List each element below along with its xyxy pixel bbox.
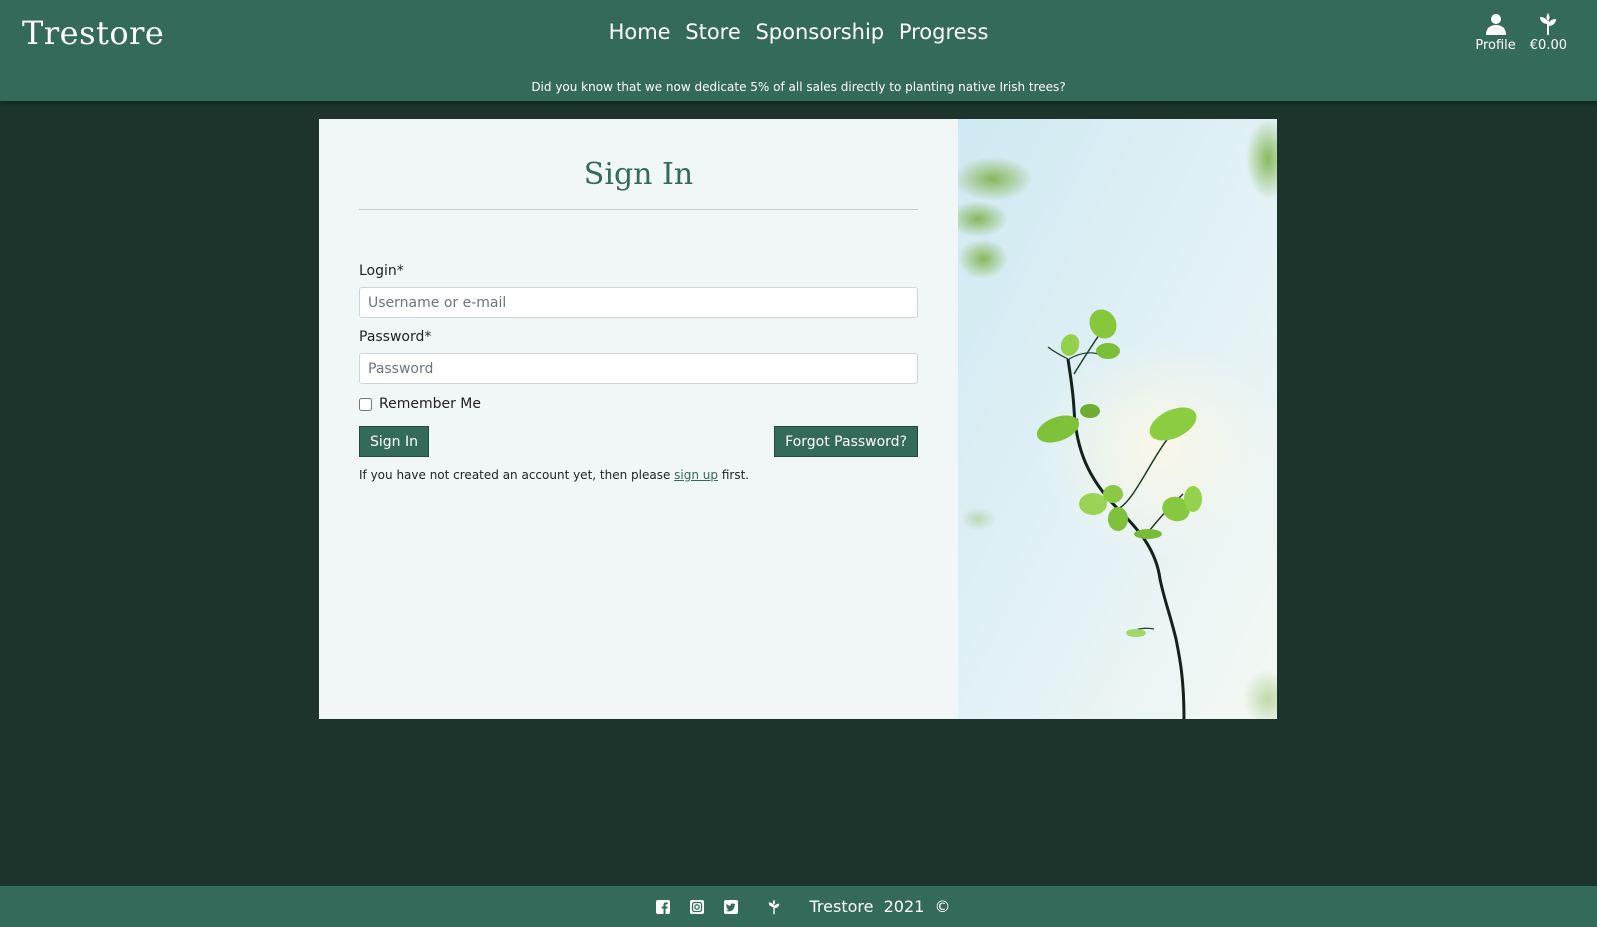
forgot-password-button[interactable]: Forgot Password? xyxy=(774,426,918,457)
remember-label: Remember Me xyxy=(379,396,481,412)
site-footer: Trestore 2021 © xyxy=(0,886,1597,927)
remember-me[interactable]: Remember Me xyxy=(359,396,481,412)
page-title: Sign In xyxy=(583,157,694,192)
seedling-icon xyxy=(1540,13,1557,35)
facebook-icon[interactable] xyxy=(655,899,671,915)
twitter-icon[interactable] xyxy=(723,899,739,915)
instagram-icon[interactable] xyxy=(689,899,705,915)
nav-sponsorship[interactable]: Sponsorship xyxy=(755,20,884,44)
login-input[interactable] xyxy=(359,287,918,318)
site-header: Trestore Home Store Sponsorship Progress… xyxy=(0,0,1597,101)
profile-label: Profile xyxy=(1475,38,1516,53)
signin-button[interactable]: Sign In xyxy=(359,426,429,457)
signup-note: If you have not created an account yet, … xyxy=(359,468,749,482)
promo-banner: Did you know that we now dedicate 5% of … xyxy=(531,80,1066,94)
password-input[interactable] xyxy=(359,353,918,384)
title-divider xyxy=(359,209,918,210)
user-area: Profile €0.00 xyxy=(1475,12,1567,53)
cart-total: €0.00 xyxy=(1529,38,1567,53)
footer-copyright: Trestore 2021 © xyxy=(809,897,951,916)
leaf-icon xyxy=(766,899,782,915)
remember-checkbox[interactable] xyxy=(359,397,372,411)
signin-card: Sign In Login* Password* Remember Me Sig… xyxy=(319,119,1277,719)
note-text: If you have not created an account yet, … xyxy=(359,468,675,482)
sapling-photo xyxy=(958,119,1277,719)
note-end: first. xyxy=(718,468,750,482)
nav-store[interactable]: Store xyxy=(685,20,741,44)
nav-progress[interactable]: Progress xyxy=(899,20,989,44)
user-icon xyxy=(1485,14,1506,35)
signup-link[interactable]: sign up xyxy=(674,468,718,482)
profile-link[interactable]: Profile xyxy=(1475,12,1516,53)
password-label: Password* xyxy=(359,329,432,345)
main-nav: Home Store Sponsorship Progress xyxy=(0,20,1597,44)
login-label: Login* xyxy=(359,263,404,279)
nav-home[interactable]: Home xyxy=(609,20,671,44)
cart-link[interactable]: €0.00 xyxy=(1530,12,1567,53)
